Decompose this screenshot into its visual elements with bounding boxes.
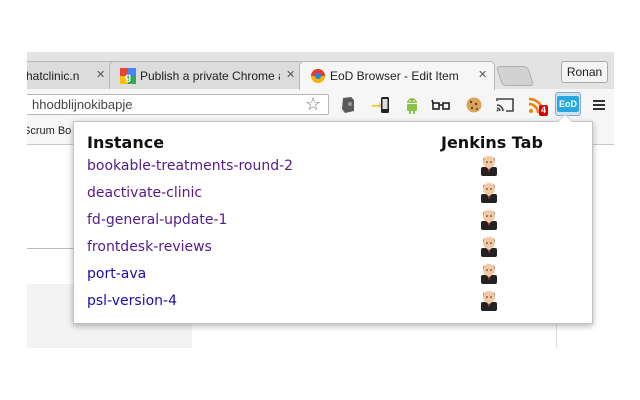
instance-link[interactable]: frontdesk-reviews	[87, 239, 212, 255]
tab-title: Publish a private Chrome a	[140, 69, 280, 83]
profile-button[interactable]: Ronan	[561, 61, 608, 83]
instance-row: fd-general-update-1	[74, 209, 594, 239]
jenkins-icon[interactable]	[479, 208, 499, 230]
close-icon[interactable]: ✕	[478, 68, 487, 81]
extension-popup: Instance Jenkins Tab bookable-treatments…	[73, 114, 594, 324]
tab-2[interactable]: g Publish a private Chrome a ✕	[109, 61, 305, 89]
jenkins-icon[interactable]	[479, 262, 499, 284]
instance-row: deactivate-clinic	[74, 182, 594, 212]
tab-title: EoD Browser - Edit Item	[330, 69, 459, 83]
tab-strip: hatclinic.n ✕ g Publish a private Chrome…	[27, 52, 614, 90]
jenkins-column-header: Jenkins Tab	[441, 133, 543, 152]
url-text: hhodblijnokibapje	[32, 97, 133, 112]
bookmark-star-icon[interactable]: ☆	[305, 94, 321, 115]
tab-title: hatclinic.n	[27, 69, 80, 83]
instance-link[interactable]: bookable-treatments-round-2	[87, 158, 293, 174]
instance-column-header: Instance	[87, 133, 165, 152]
cast-icon[interactable]	[495, 95, 515, 115]
instance-row: port-ava	[74, 263, 594, 293]
instance-row: frontdesk-reviews	[74, 236, 594, 266]
eod-browser-icon	[311, 69, 325, 83]
jenkins-icon[interactable]	[479, 289, 499, 311]
google-icon: g	[120, 68, 136, 84]
instance-link[interactable]: port-ava	[87, 266, 146, 282]
phone-sync-icon[interactable]	[371, 95, 391, 115]
instance-row: bookable-treatments-round-2	[74, 155, 594, 185]
instance-link[interactable]: deactivate-clinic	[87, 185, 202, 201]
android-icon[interactable]	[402, 95, 422, 115]
svg-text:g: g	[125, 72, 131, 83]
page-divider	[556, 320, 557, 348]
toolbar: hhodblijnokibapje ☆ 4 EoD	[27, 89, 614, 120]
rss-unread-badge: 4	[539, 105, 549, 116]
rss-icon[interactable]: 4	[527, 95, 549, 116]
glasses-icon[interactable]	[431, 95, 451, 115]
close-icon[interactable]: ✕	[96, 68, 105, 81]
eod-extension-icon: EoD	[557, 96, 579, 112]
bookmark-item[interactable]: Scrum Bo	[27, 125, 71, 137]
new-tab-button[interactable]	[495, 66, 535, 86]
eod-extension-button[interactable]: EoD	[555, 92, 581, 116]
close-icon[interactable]: ✕	[286, 68, 295, 81]
page-divider	[27, 248, 75, 249]
tab-1[interactable]: hatclinic.n ✕	[27, 61, 117, 89]
tab-3-active[interactable]: EoD Browser - Edit Item ✕	[299, 61, 495, 90]
jenkins-icon[interactable]	[479, 154, 499, 176]
jenkins-icon[interactable]	[479, 235, 499, 257]
address-bar[interactable]: hhodblijnokibapje ☆	[27, 94, 329, 115]
evernote-icon[interactable]	[338, 95, 358, 115]
instance-row: psl-version-4	[74, 290, 594, 320]
instance-link[interactable]: psl-version-4	[87, 293, 177, 309]
menu-icon[interactable]	[589, 95, 609, 115]
cookie-icon[interactable]	[464, 95, 484, 115]
instance-link[interactable]: fd-general-update-1	[87, 212, 227, 228]
jenkins-icon[interactable]	[479, 181, 499, 203]
